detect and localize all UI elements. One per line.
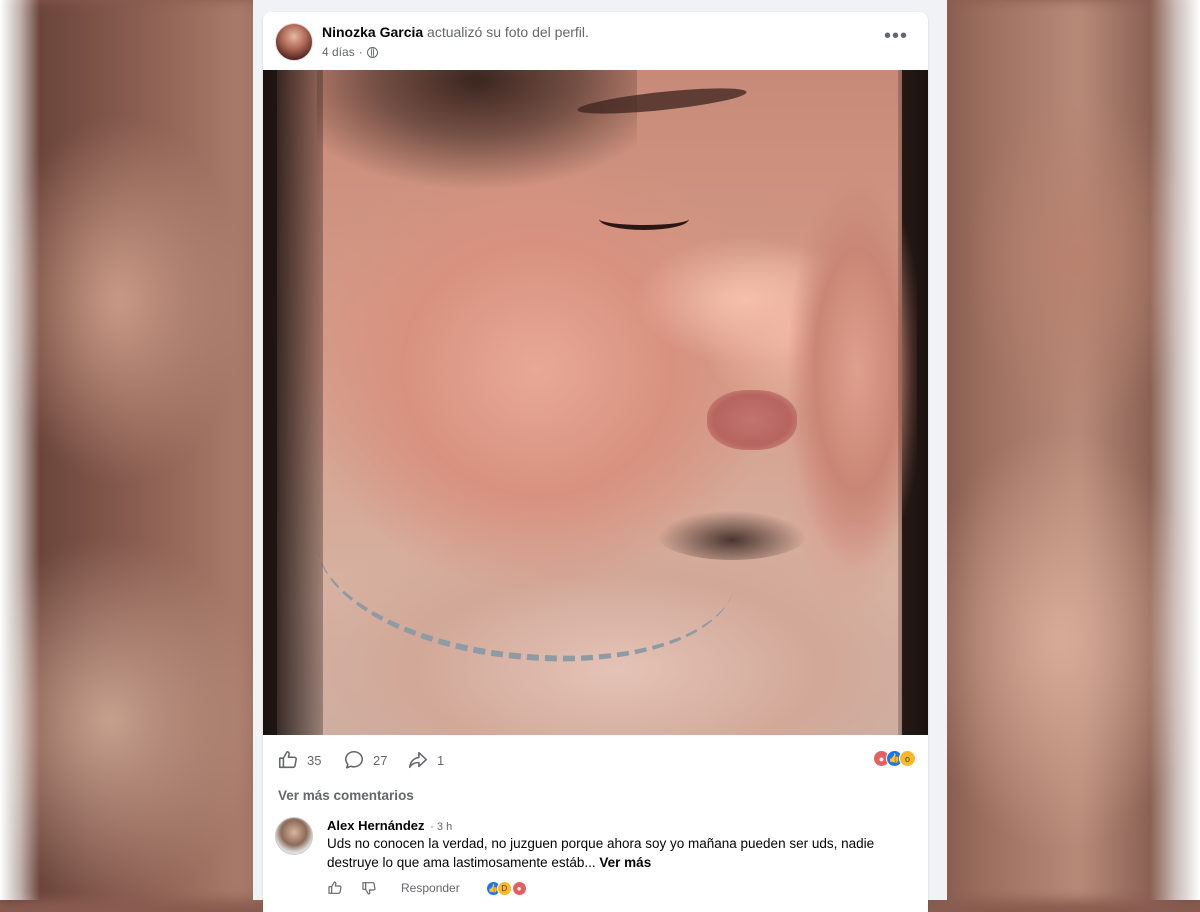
feed-panel: Ninozka Garcia actualizó su foto del per… — [253, 0, 947, 912]
post-time-link[interactable]: 4 días — [322, 45, 355, 59]
comment-bubble-icon — [344, 750, 364, 769]
meta-separator: · — [358, 45, 363, 59]
comment-header: Alex Hernández · 3 h — [327, 818, 452, 833]
comment-dislike-button[interactable] — [361, 880, 377, 896]
comment-reaction-summary[interactable]: 👍 D ● — [485, 880, 527, 896]
like-button[interactable]: 35 — [277, 749, 321, 771]
see-more-comments-link[interactable]: Ver más comentarios — [278, 788, 414, 803]
thumbs-up-icon — [328, 881, 342, 894]
background-edge-right — [1150, 0, 1200, 900]
commenter-avatar[interactable] — [275, 817, 313, 855]
more-options-icon[interactable]: ••• — [884, 26, 908, 46]
thumbs-down-icon — [362, 882, 376, 895]
comment-body: Uds no conocen la verdad, no juzguen por… — [327, 834, 907, 872]
globe-icon — [366, 46, 378, 58]
comment-reply-button[interactable]: Responder — [401, 881, 460, 895]
share-arrow-icon — [408, 751, 428, 769]
post-header: Ninozka Garcia actualizó su foto del per… — [263, 12, 928, 70]
post-stats-bar: 35 27 1 ● 👍 o — [263, 735, 928, 783]
comment-see-more-link[interactable]: Ver más — [599, 855, 651, 870]
author-line: Ninozka Garcia actualizó su foto del per… — [322, 24, 589, 40]
comment-like-button[interactable] — [327, 880, 343, 896]
photo-content — [277, 70, 917, 735]
post-photo[interactable] — [263, 70, 928, 735]
reaction-summary[interactable]: ● 👍 o — [873, 750, 916, 767]
background-edge-left — [0, 0, 40, 900]
post-card: Ninozka Garcia actualizó su foto del per… — [263, 12, 928, 912]
share-button[interactable]: 1 — [407, 749, 444, 771]
comment-time[interactable]: · 3 h — [430, 821, 452, 833]
like-count: 35 — [307, 752, 322, 768]
angry-reaction-icon: ● — [511, 880, 527, 896]
thumbs-up-icon — [278, 750, 297, 769]
author-name-link[interactable]: Ninozka Garcia — [322, 24, 423, 40]
share-count: 1 — [437, 752, 445, 768]
commenter-name-link[interactable]: Alex Hernández — [327, 818, 425, 833]
post-meta: 4 días · — [322, 45, 378, 59]
author-avatar[interactable] — [275, 23, 313, 61]
comment-actions: Responder 👍 D ● — [327, 878, 917, 898]
haha-reaction-icon: D — [496, 880, 512, 896]
comment-button[interactable]: 27 — [343, 749, 387, 771]
post-action-text: actualizó su foto del perfil. — [423, 24, 589, 40]
wow-reaction-icon: o — [899, 750, 916, 767]
comment-count: 27 — [373, 752, 388, 768]
